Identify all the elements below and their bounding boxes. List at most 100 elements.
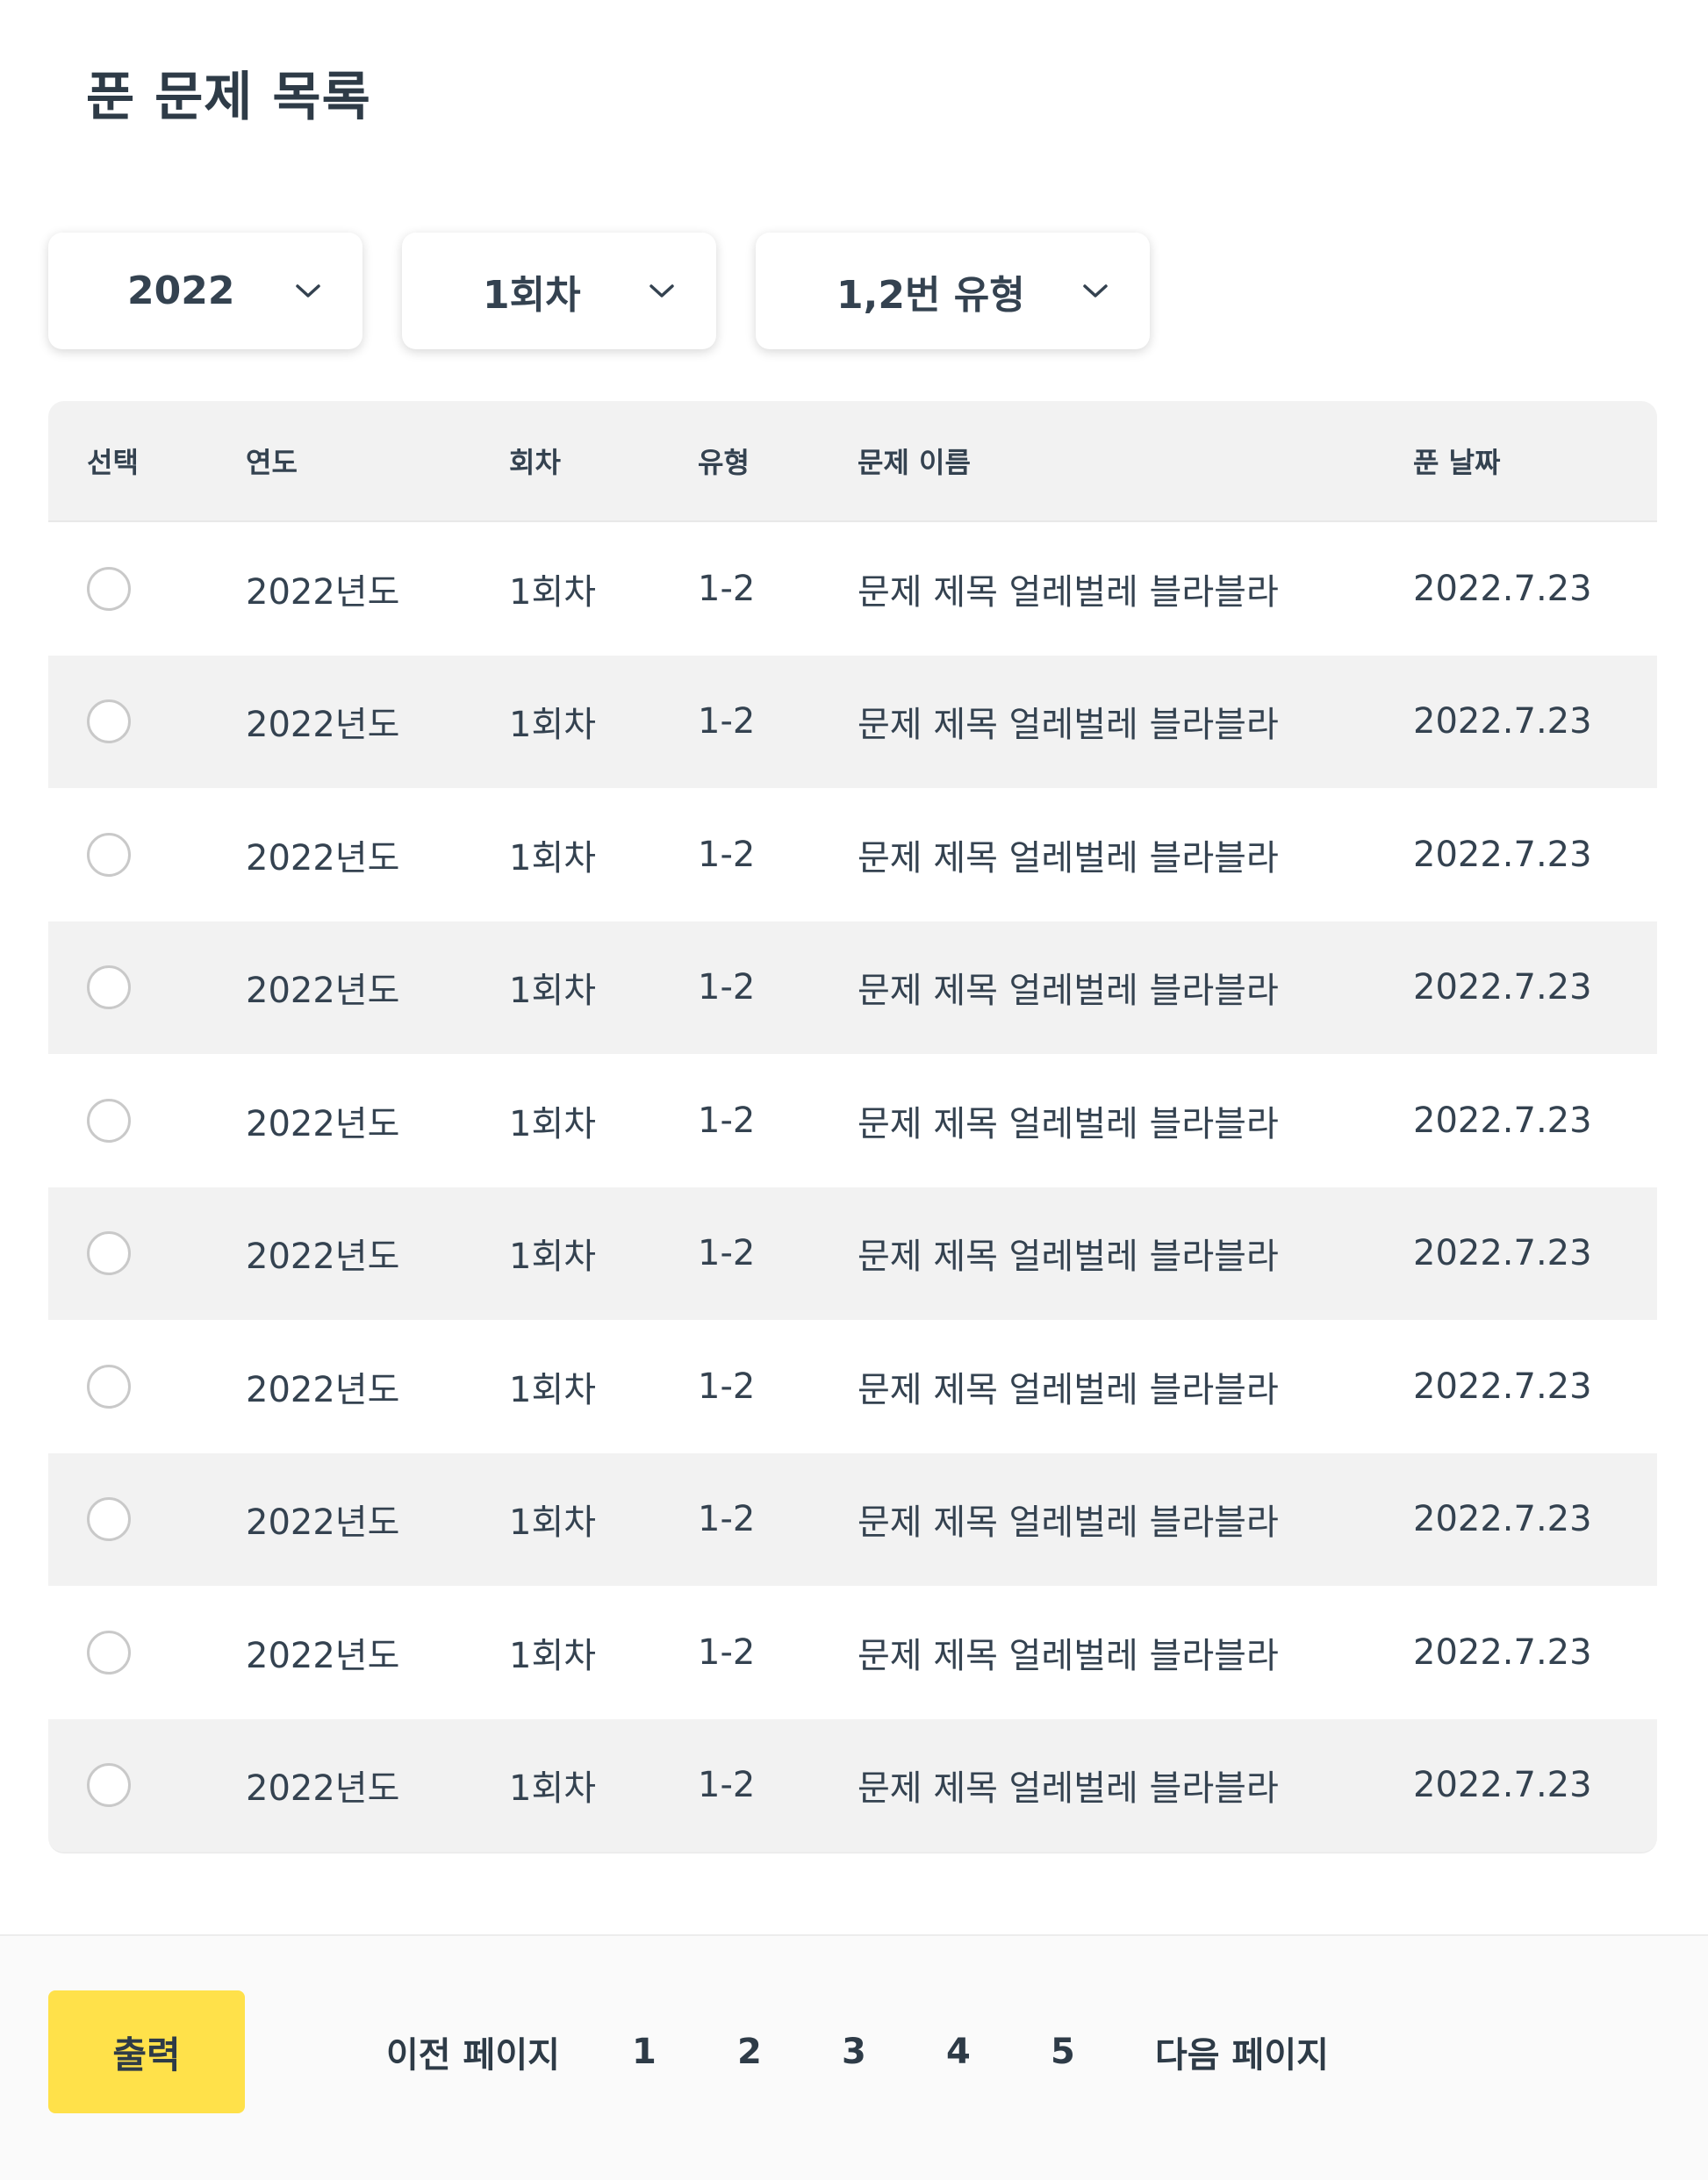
table-header: 선택 연도 회차 유형 문제 이름 푼 날짜 [48, 401, 1657, 522]
chevron-down-icon [296, 283, 320, 298]
table-body: 2022년도 1회차 1-2 문제 제목 얼레벌레 블라블라 2022.7.23 2022… [48, 522, 1657, 1852]
print-button[interactable]: 출력 [48, 1990, 245, 2113]
header-title: 문제 이름 [858, 446, 971, 479]
cell-type: 1-2 [698, 568, 756, 609]
table-row[interactable]: 2022년도 1회차 1-2 문제 제목 얼레벌레 블라블라 2022.7.23 [48, 1718, 1657, 1852]
prev-page-link[interactable]: 이전 페이지 [386, 2026, 560, 2077]
cell-year: 2022년도 [246, 971, 400, 1012]
cell-type: 1-2 [698, 1499, 756, 1540]
table-row[interactable]: 2022년도 1회차 1-2 문제 제목 얼레벌레 블라블라 2022.7.23 [48, 788, 1657, 921]
cell-type: 1-2 [698, 701, 756, 742]
row-select-radio[interactable] [87, 566, 131, 611]
table-row[interactable]: 2022년도 1회차 1-2 문제 제목 얼레벌레 블라블라 2022.7.23 [48, 522, 1657, 656]
filter-bar: 2022 1회차 1,2번 유형 [48, 233, 1150, 349]
cell-round: 1회차 [509, 1635, 597, 1676]
cell-round: 1회차 [509, 571, 597, 613]
cell-date: 2022.7.23 [1413, 568, 1592, 609]
cell-date: 2022.7.23 [1413, 1366, 1592, 1407]
page: 푼 문제 목록 2022 1회차 1,2번 유형 선택 연도 회차 유형 문제 … [0, 0, 1708, 2180]
cell-round: 1회차 [509, 971, 597, 1012]
cell-year: 2022년도 [246, 1369, 400, 1410]
chevron-down-icon [649, 283, 674, 298]
cell-round: 1회차 [509, 1768, 597, 1810]
cell-type: 1-2 [698, 1233, 756, 1274]
table-row[interactable]: 2022년도 1회차 1-2 문제 제목 얼레벌레 블라블라 2022.7.23 [48, 1320, 1657, 1453]
cell-title: 문제 제목 얼레벌레 블라블라 [858, 705, 1279, 746]
cell-title: 문제 제목 얼레벌레 블라블라 [858, 1768, 1279, 1810]
table-row[interactable]: 2022년도 1회차 1-2 문제 제목 얼레벌레 블라블라 2022.7.23 [48, 655, 1657, 788]
page-link-1[interactable]: 1 [632, 2032, 657, 2072]
row-select-radio[interactable] [87, 965, 131, 1010]
cell-round: 1회차 [509, 705, 597, 746]
row-select-radio[interactable] [87, 1364, 131, 1409]
round-dropdown-value: 1회차 [483, 272, 581, 318]
cell-type: 1-2 [698, 1765, 756, 1806]
cell-title: 문제 제목 얼레벌레 블라블라 [858, 1635, 1279, 1676]
cell-round: 1회차 [509, 1237, 597, 1278]
row-select-radio[interactable] [87, 832, 131, 877]
page-link-5[interactable]: 5 [1051, 2032, 1075, 2072]
cell-type: 1-2 [698, 1100, 756, 1141]
cell-date: 2022.7.23 [1413, 834, 1592, 875]
cell-date: 2022.7.23 [1413, 1233, 1592, 1274]
type-dropdown[interactable]: 1,2번 유형 [756, 233, 1150, 349]
cell-title: 문제 제목 얼레벌레 블라블라 [858, 1103, 1279, 1144]
table-row[interactable]: 2022년도 1회차 1-2 문제 제목 얼레벌레 블라블라 2022.7.23 [48, 921, 1657, 1054]
cell-round: 1회차 [509, 1369, 597, 1410]
cell-round: 1회차 [509, 1502, 597, 1544]
cell-date: 2022.7.23 [1413, 1765, 1592, 1806]
year-dropdown-value: 2022 [127, 269, 235, 313]
cell-date: 2022.7.23 [1413, 1499, 1592, 1540]
cell-year: 2022년도 [246, 705, 400, 746]
cell-type: 1-2 [698, 834, 756, 875]
table-row[interactable]: 2022년도 1회차 1-2 문제 제목 얼레벌레 블라블라 2022.7.23 [48, 1586, 1657, 1719]
solved-problems-table: 선택 연도 회차 유형 문제 이름 푼 날짜 2022년도 1회차 1-2 문제 제목… [48, 401, 1657, 1854]
cell-type: 1-2 [698, 967, 756, 1008]
table-row[interactable]: 2022년도 1회차 1-2 문제 제목 얼레벌레 블라블라 2022.7.23 [48, 1452, 1657, 1586]
cell-title: 문제 제목 얼레벌레 블라블라 [858, 1369, 1279, 1410]
page-link-4[interactable]: 4 [946, 2032, 971, 2072]
header-round: 회차 [509, 446, 561, 479]
row-select-radio[interactable] [87, 1630, 131, 1674]
cell-date: 2022.7.23 [1413, 967, 1592, 1008]
header-type: 유형 [698, 446, 750, 479]
cell-title: 문제 제목 얼레벌레 블라블라 [858, 1502, 1279, 1544]
cell-title: 문제 제목 얼레벌레 블라블라 [858, 571, 1279, 613]
cell-title: 문제 제목 얼레벌레 블라블라 [858, 971, 1279, 1012]
footer-bar: 출력 이전 페이지 1 2 3 4 5 다음 페이지 [0, 1934, 1708, 2180]
cell-year: 2022년도 [246, 1768, 400, 1810]
cell-year: 2022년도 [246, 837, 400, 878]
cell-year: 2022년도 [246, 1635, 400, 1676]
page-title: 푼 문제 목록 [86, 67, 371, 128]
table-row[interactable]: 2022년도 1회차 1-2 문제 제목 얼레벌레 블라블라 2022.7.23 [48, 1187, 1657, 1320]
year-dropdown[interactable]: 2022 [48, 233, 362, 349]
row-select-radio[interactable] [87, 699, 131, 744]
page-link-3[interactable]: 3 [842, 2032, 866, 2072]
cell-round: 1회차 [509, 837, 597, 878]
cell-title: 문제 제목 얼레벌레 블라블라 [858, 837, 1279, 878]
chevron-down-icon [1083, 283, 1108, 298]
round-dropdown[interactable]: 1회차 [402, 233, 716, 349]
cell-type: 1-2 [698, 1631, 756, 1673]
cell-year: 2022년도 [246, 1237, 400, 1278]
page-link-2[interactable]: 2 [737, 2032, 762, 2072]
cell-date: 2022.7.23 [1413, 1100, 1592, 1141]
cell-title: 문제 제목 얼레벌레 블라블라 [858, 1237, 1279, 1278]
header-select: 선택 [87, 446, 139, 479]
row-select-radio[interactable] [87, 1763, 131, 1808]
cell-date: 2022.7.23 [1413, 701, 1592, 742]
next-page-link[interactable]: 다음 페이지 [1155, 2026, 1329, 2077]
cell-type: 1-2 [698, 1366, 756, 1407]
row-select-radio[interactable] [87, 1497, 131, 1542]
header-year: 연도 [246, 446, 298, 479]
row-select-radio[interactable] [87, 1231, 131, 1276]
type-dropdown-value: 1,2번 유형 [836, 272, 1025, 318]
cell-date: 2022.7.23 [1413, 1631, 1592, 1673]
table-row[interactable]: 2022년도 1회차 1-2 문제 제목 얼레벌레 블라블라 2022.7.23 [48, 1054, 1657, 1187]
cell-year: 2022년도 [246, 1502, 400, 1544]
cell-round: 1회차 [509, 1103, 597, 1144]
cell-year: 2022년도 [246, 571, 400, 613]
cell-year: 2022년도 [246, 1103, 400, 1144]
row-select-radio[interactable] [87, 1098, 131, 1143]
header-date: 푼 날짜 [1413, 446, 1501, 479]
